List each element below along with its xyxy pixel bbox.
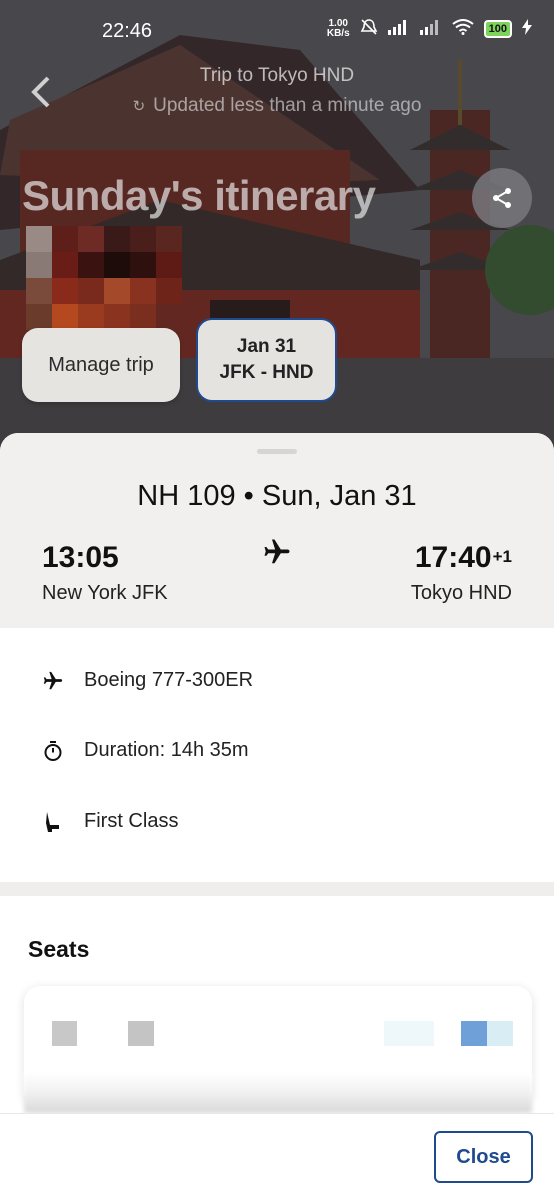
redacted-seat-info [384,1021,434,1046]
manage-trip-button[interactable]: Manage trip [22,328,180,402]
seats-heading: Seats [28,936,90,962]
drag-handle[interactable] [257,449,297,454]
redacted-seat-info [52,1021,77,1046]
clock: 22:46 [102,20,153,42]
share-button[interactable] [472,168,532,228]
segment-route: JFK - HND [219,362,314,383]
bell-muted-icon [360,18,378,39]
aircraft-row: Boeing 777-300ER [42,669,253,692]
status-icons: 1.00 KB/s 100 [327,18,532,39]
signal-roaming-icon [419,19,442,38]
flight-heading: NH 109 • Sun, Jan 31 [137,480,417,512]
airplane-icon [42,670,64,692]
network-speed: 1.00 KB/s [326,17,350,39]
share-icon [493,188,511,208]
battery-indicator: 100 [483,19,512,38]
cabin-row: First Class [42,810,178,833]
redacted-seat-info [128,1021,154,1046]
redacted-seat-strip [24,1073,532,1113]
signal-icon [387,19,410,38]
status-bar: 22:46 1.00 KB/s 100 [0,0,554,64]
airplane-icon [262,537,292,567]
flight-details-sheet: NH 109 • Sun, Jan 31 13:05 17:40+1 New Y… [0,433,554,1200]
redacted-seat-info [461,1021,487,1046]
departure-city: New York JFK [42,582,168,604]
seat-icon [42,811,64,833]
close-button[interactable]: Close [434,1131,533,1183]
wifi-icon [452,19,474,38]
sync-icon: ↻ [132,98,146,115]
segment-date: Jan 31 [236,336,297,357]
sync-status: ↻ Updated less than a minute ago [132,95,422,116]
duration-row: Duration: 14h 35m [42,739,249,762]
flight-segment-tab[interactable]: Jan 31 JFK - HND [196,318,337,402]
sheet-footer: Close [0,1113,554,1200]
departure-time: 13:05 [42,541,119,574]
stopwatch-icon [42,740,64,762]
itinerary-title: Sunday's itinerary [22,172,376,219]
redacted-name-block [26,226,206,341]
arrival-city: Tokyo HND [410,582,512,604]
day-offset: +1 [492,547,512,566]
trip-title: Trip to Tokyo HND [199,65,355,86]
redacted-seat-info [487,1021,513,1046]
charging-icon [522,19,532,38]
section-divider [0,882,554,896]
arrival-time: 17:40+1 [414,541,512,574]
